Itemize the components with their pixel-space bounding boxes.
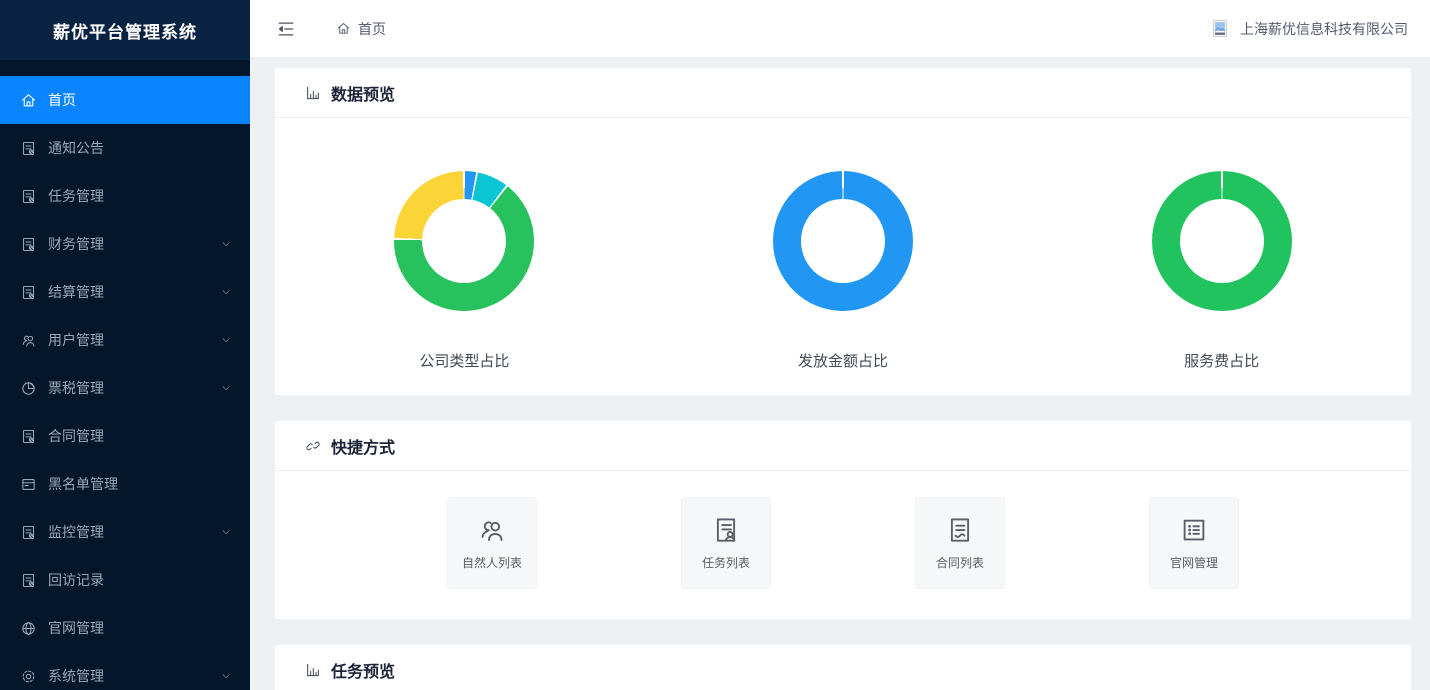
shortcuts-row: 自然人列表 任务列表 合同列表 官网管理	[275, 471, 1411, 619]
doc-icon	[20, 188, 37, 205]
sidebar-item-label: 财务管理	[48, 234, 104, 254]
doc-person-icon	[711, 515, 741, 545]
donut-ring	[394, 171, 534, 311]
sidebar-item[interactable]: 系统管理	[0, 652, 250, 690]
section-title: 任务预览	[331, 658, 395, 682]
card-icon	[20, 476, 37, 493]
chevron-down-icon	[220, 670, 232, 682]
link-icon	[305, 438, 321, 454]
doc-icon	[20, 236, 37, 253]
doc-icon	[20, 572, 37, 589]
doc-icon	[20, 140, 37, 157]
donut-ring	[773, 171, 913, 311]
sidebar-item[interactable]: 用户管理	[0, 316, 250, 364]
shortcut-card[interactable]: 官网管理	[1149, 497, 1239, 589]
shortcut-label: 官网管理	[1170, 554, 1218, 571]
sidebar: 薪优平台管理系统 首页通知公告任务管理财务管理结算管理用户管理票税管理合同管理黑…	[0, 0, 250, 690]
sidebar-item-label: 黑名单管理	[48, 474, 118, 494]
menu-fold-icon[interactable]	[276, 19, 296, 39]
chevron-down-icon	[220, 286, 232, 298]
sidebar-item[interactable]: 任务管理	[0, 172, 250, 220]
doc-icon	[20, 428, 37, 445]
shortcuts-card: 快捷方式 自然人列表 任务列表 合同列表 官网管理	[275, 421, 1411, 619]
shortcut-card[interactable]: 合同列表	[915, 497, 1005, 589]
company-name: 上海薪优信息科技有限公司	[1240, 19, 1408, 39]
shortcut-label: 自然人列表	[462, 554, 522, 571]
sidebar-item-label: 任务管理	[48, 186, 104, 206]
shortcut-card[interactable]: 自然人列表	[447, 497, 537, 589]
chevron-down-icon	[220, 334, 232, 346]
task-preview-header: 任务预览	[275, 645, 1411, 690]
app-title: 薪优平台管理系统	[0, 0, 250, 60]
bar-chart-icon	[305, 662, 321, 678]
main-area: 首页 上海薪优信息科技有限公司 数据预览 公司类型占比 发放金额占比 服务费占比 快…	[250, 0, 1430, 690]
doc-icon	[20, 284, 37, 301]
topbar: 首页 上海薪优信息科技有限公司	[250, 0, 1430, 57]
section-title: 数据预览	[331, 81, 395, 105]
sidebar-item-label: 官网管理	[48, 618, 104, 638]
sidebar-item[interactable]: 首页	[0, 76, 250, 124]
charts-row: 公司类型占比 发放金额占比 服务费占比	[275, 118, 1411, 395]
user-menu[interactable]: 上海薪优信息科技有限公司	[1213, 19, 1408, 39]
chart-title: 发放金额占比	[798, 350, 888, 371]
sidebar-item-label: 监控管理	[48, 522, 104, 542]
donut-chart: 服务费占比	[1032, 171, 1411, 371]
sidebar-item-label: 用户管理	[48, 330, 104, 350]
chart-title: 公司类型占比	[419, 350, 509, 371]
sidebar-item[interactable]: 票税管理	[0, 364, 250, 412]
sidebar-item-label: 票税管理	[48, 378, 104, 398]
contract-icon	[945, 515, 975, 545]
content: 数据预览 公司类型占比 发放金额占比 服务费占比 快捷方式 自然人列表 任务列表 合同列…	[250, 57, 1430, 690]
sidebar-item[interactable]: 财务管理	[0, 220, 250, 268]
pie-icon	[20, 380, 37, 397]
data-preview-header: 数据预览	[275, 68, 1411, 118]
sidebar-item[interactable]: 通知公告	[0, 124, 250, 172]
section-title: 快捷方式	[331, 434, 395, 458]
shortcut-label: 合同列表	[936, 554, 984, 571]
shortcuts-header: 快捷方式	[275, 421, 1411, 471]
home-icon	[336, 21, 351, 36]
doc-icon	[20, 524, 37, 541]
home-icon	[20, 92, 37, 109]
chevron-down-icon	[220, 526, 232, 538]
task-preview-card: 任务预览	[275, 645, 1411, 690]
data-preview-card: 数据预览 公司类型占比 发放金额占比 服务费占比	[275, 68, 1411, 395]
globe-icon	[20, 620, 37, 637]
sidebar-item-label: 首页	[48, 90, 76, 110]
users-icon	[20, 332, 37, 349]
breadcrumb-label: 首页	[358, 19, 386, 39]
sidebar-item[interactable]: 结算管理	[0, 268, 250, 316]
shortcut-label: 任务列表	[702, 554, 750, 571]
sidebar-item-label: 结算管理	[48, 282, 104, 302]
avatar-image-icon	[1213, 20, 1227, 37]
sidebar-item[interactable]: 黑名单管理	[0, 460, 250, 508]
sidebar-item-label: 通知公告	[48, 138, 104, 158]
chevron-down-icon	[220, 382, 232, 394]
sidebar-item[interactable]: 合同管理	[0, 412, 250, 460]
list-square-icon	[1179, 515, 1209, 545]
sidebar-item-label: 回访记录	[48, 570, 104, 590]
gear-icon	[20, 668, 37, 685]
sidebar-item-label: 合同管理	[48, 426, 104, 446]
users-icon	[477, 515, 507, 545]
sidebar-item[interactable]: 回访记录	[0, 556, 250, 604]
donut-chart: 发放金额占比	[654, 171, 1033, 371]
chart-title: 服务费占比	[1184, 350, 1259, 371]
bar-chart-icon	[305, 85, 321, 101]
shortcut-card[interactable]: 任务列表	[681, 497, 771, 589]
chevron-down-icon	[220, 238, 232, 250]
sidebar-item[interactable]: 监控管理	[0, 508, 250, 556]
sidebar-item[interactable]: 官网管理	[0, 604, 250, 652]
donut-ring	[1152, 171, 1292, 311]
donut-chart: 公司类型占比	[275, 171, 654, 371]
sidebar-nav: 首页通知公告任务管理财务管理结算管理用户管理票税管理合同管理黑名单管理监控管理回…	[0, 60, 250, 690]
sidebar-item-label: 系统管理	[48, 666, 104, 686]
breadcrumb[interactable]: 首页	[336, 19, 386, 39]
